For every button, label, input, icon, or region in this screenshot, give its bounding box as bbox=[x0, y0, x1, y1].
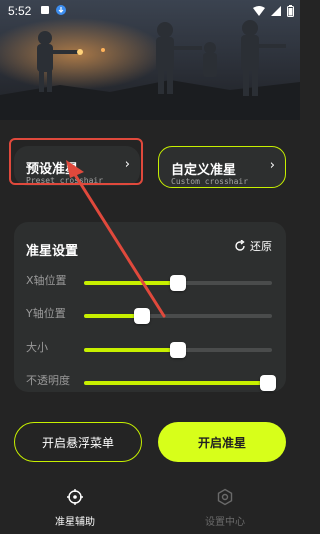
crosshair-settings-title: 准星设置 bbox=[26, 244, 79, 259]
settings-hexagon-icon bbox=[217, 488, 233, 506]
bottom-navigation: 准星辅助 设置中心 bbox=[0, 480, 300, 534]
slider-row-opacity: 不透明度 bbox=[14, 370, 286, 391]
nav-item-settings-center[interactable]: 设置中心 bbox=[180, 488, 270, 529]
download-icon bbox=[56, 5, 66, 15]
chevron-right-icon: › bbox=[269, 158, 275, 173]
slider-row-x-position: X轴位置 bbox=[14, 270, 286, 291]
status-time: 5:52 bbox=[8, 4, 32, 18]
slider-fill bbox=[84, 348, 178, 352]
slider-label: X轴位置 bbox=[26, 274, 67, 287]
custom-crosshair-subtitle: Custom crosshair bbox=[171, 177, 249, 186]
slider-track[interactable] bbox=[84, 375, 277, 391]
reset-button[interactable]: 还原 bbox=[234, 238, 272, 254]
slider-thumb[interactable] bbox=[170, 275, 186, 291]
status-bar: 5:52 bbox=[0, 0, 300, 24]
reset-label: 还原 bbox=[250, 240, 272, 253]
crosshair-settings-panel: 准星设置 还原 X轴位置 Y轴位置 大小 不透明度 bbox=[14, 222, 286, 392]
nav-item-crosshair-assist[interactable]: 准星辅助 bbox=[30, 488, 120, 529]
signal-icon bbox=[271, 6, 281, 16]
slider-fill bbox=[84, 381, 269, 385]
slider-track[interactable] bbox=[84, 342, 272, 358]
refresh-icon bbox=[235, 240, 245, 251]
annotation-highlight-box bbox=[9, 138, 143, 185]
nav-label: 准星辅助 bbox=[55, 517, 95, 528]
slider-track[interactable] bbox=[84, 275, 272, 291]
slider-thumb[interactable] bbox=[170, 342, 186, 358]
slider-label: Y轴位置 bbox=[26, 307, 66, 320]
wifi-icon bbox=[253, 6, 265, 16]
start-crosshair-button[interactable]: 开启准星 bbox=[158, 422, 286, 462]
slider-label: 不透明度 bbox=[26, 374, 70, 387]
slider-row-size: 大小 bbox=[14, 337, 286, 358]
slider-label: 大小 bbox=[26, 341, 48, 354]
nav-label: 设置中心 bbox=[205, 517, 245, 528]
custom-crosshair-title: 自定义准星 bbox=[171, 163, 237, 178]
slider-row-y-position: Y轴位置 bbox=[14, 303, 286, 324]
crosshair-icon bbox=[67, 489, 83, 505]
slider-fill bbox=[84, 281, 178, 285]
slider-thumb[interactable] bbox=[134, 308, 151, 324]
custom-crosshair-card[interactable]: 自定义准星 Custom crosshair › bbox=[158, 146, 286, 188]
open-floating-menu-button[interactable]: 开启悬浮菜单 bbox=[14, 422, 142, 462]
notification-icon bbox=[41, 6, 49, 14]
battery-icon bbox=[287, 5, 294, 17]
slider-track[interactable] bbox=[84, 308, 272, 324]
slider-thumb[interactable] bbox=[260, 375, 277, 391]
